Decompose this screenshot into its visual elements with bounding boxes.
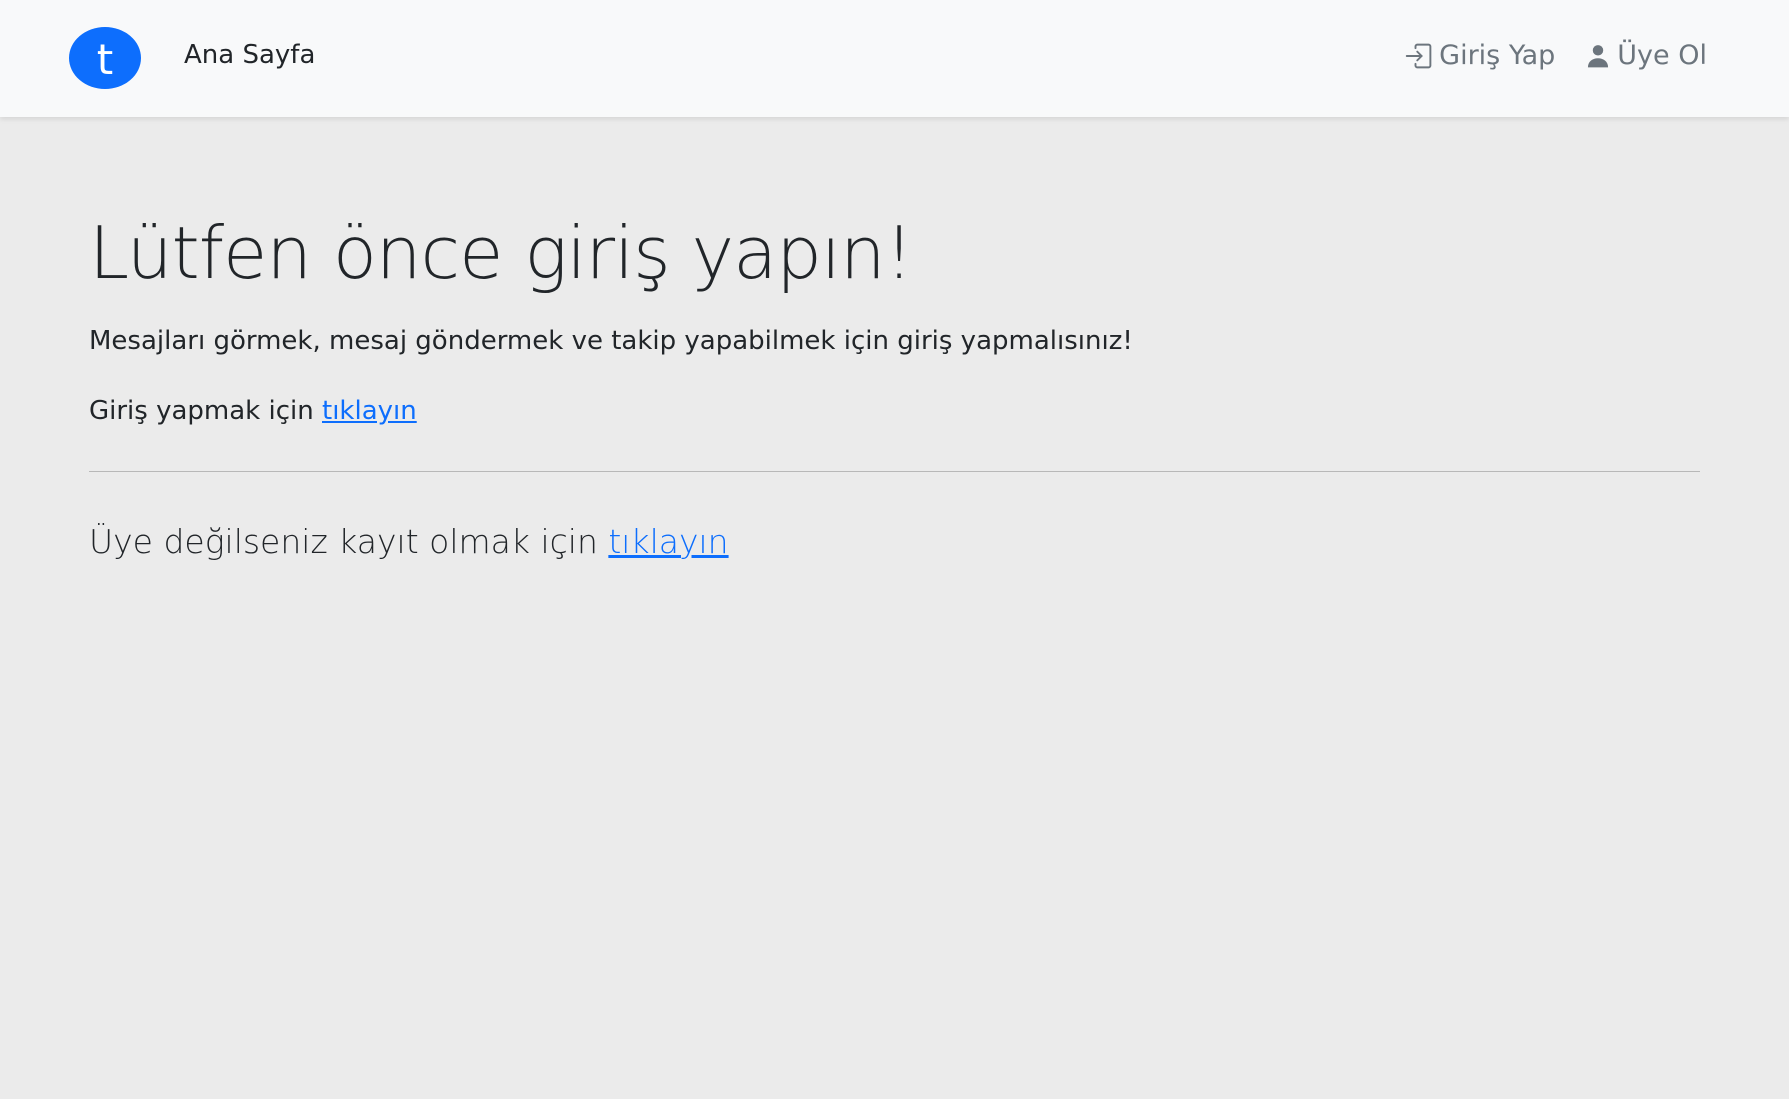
login-prompt-line: Giriş yapmak için tıklayın [89, 393, 1700, 429]
nav-home-link[interactable]: Ana Sayfa [184, 40, 315, 70]
nav-register-label: Üye Ol [1617, 40, 1707, 71]
login-required-message: Mesajları görmek, mesaj göndermek ve tak… [89, 326, 1133, 356]
register-link[interactable]: tıklayın [608, 522, 728, 561]
nav-register-link[interactable]: Üye Ol [1585, 40, 1707, 71]
brand-logo[interactable]: t [69, 27, 141, 89]
divider [89, 471, 1700, 472]
login-link[interactable]: tıklayın [322, 396, 417, 426]
register-prompt-text: Üye değilseniz kayıt olmak için [89, 522, 598, 561]
nav-login-link[interactable]: Giriş Yap [1405, 40, 1555, 71]
nav-right-group: Giriş Yap Üye Ol [1405, 40, 1707, 71]
main-content: Lütfen önce giriş yapın! Mesajları görme… [89, 205, 1700, 564]
register-prompt-line: Üye değilseniz kayıt olmak için tıklayın [89, 520, 1700, 564]
login-prompt-text: Giriş yapmak için [89, 396, 314, 426]
nav-login-label: Giriş Yap [1439, 40, 1556, 71]
person-icon [1585, 43, 1611, 69]
box-arrow-in-right-icon [1405, 42, 1433, 70]
brand-logo-letter: t [96, 35, 114, 84]
top-navbar: t Ana Sayfa Giriş Yap Üye Ol [0, 0, 1789, 117]
page-title: Lütfen önce giriş yapın! [89, 211, 913, 295]
